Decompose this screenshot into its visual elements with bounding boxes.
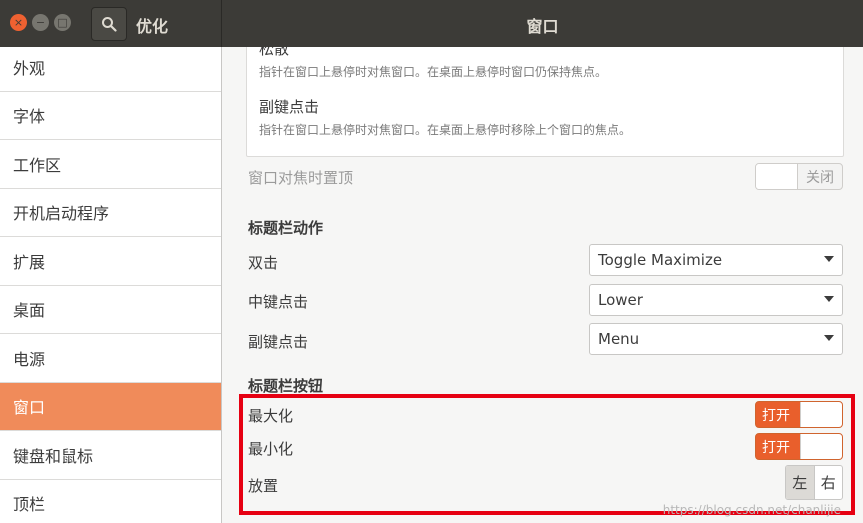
sidebar-item-startup-applications[interactable]: 开机启动程序 (0, 189, 221, 237)
focus-option-title: 副键点击 (259, 98, 320, 116)
close-icon: × (13, 16, 24, 29)
maximize-switch[interactable]: 打开 (755, 401, 843, 428)
raise-on-focus-switch[interactable]: 关闭 (755, 163, 843, 190)
title-bar: × − □ 优化 窗口 (0, 0, 863, 47)
sidebar: 外观 字体 工作区 开机启动程序 扩展 桌面 电源 窗口 键盘和鼠标 顶栏 (0, 47, 222, 523)
chevron-down-icon (824, 256, 834, 262)
titlebar-buttons-heading: 标题栏按钮 (248, 377, 324, 395)
sidebar-item-extensions[interactable]: 扩展 (0, 237, 221, 286)
placement-toggle: 左 右 (785, 465, 843, 500)
sidebar-item-workspaces[interactable]: 工作区 (0, 140, 221, 189)
app-title: 优化 (136, 17, 169, 36)
raise-on-focus-label: 窗口对焦时置顶 (248, 169, 354, 187)
sidebar-item-appearance[interactable]: 外观 (0, 47, 221, 92)
middle-click-dropdown[interactable]: Lower (589, 284, 843, 316)
sidebar-item-top-bar[interactable]: 顶栏 (0, 480, 221, 523)
chevron-down-icon (824, 335, 834, 341)
sidebar-item-label: 开机启动程序 (13, 204, 110, 224)
focus-mode-list: 松散 指针在窗口上悬停时对焦窗口。在桌面上悬停时窗口仍保持焦点。 副键点击 指针… (246, 47, 844, 157)
sidebar-item-label: 键盘和鼠标 (13, 446, 94, 466)
placement-label: 放置 (248, 477, 279, 495)
sidebar-item-desktop[interactable]: 桌面 (0, 286, 221, 334)
sidebar-item-label: 扩展 (13, 252, 46, 272)
sidebar-item-label: 工作区 (13, 155, 62, 175)
focus-option-description: 指针在窗口上悬停时对焦窗口。在桌面上悬停时窗口仍保持焦点。 (259, 65, 608, 79)
sidebar-item-label: 窗口 (13, 398, 46, 418)
maximize-window-button[interactable]: □ (54, 14, 71, 31)
close-window-button[interactable]: × (10, 14, 27, 31)
minimize-window-button[interactable]: − (32, 14, 49, 31)
main-content: 松散 指针在窗口上悬停时对焦窗口。在桌面上悬停时窗口仍保持焦点。 副键点击 指针… (223, 47, 863, 523)
switch-state-label: 打开 (762, 440, 790, 456)
minimize-switch[interactable]: 打开 (755, 433, 843, 460)
dropdown-value: Menu (598, 330, 640, 348)
placement-right-button[interactable]: 右 (815, 466, 843, 499)
focus-option-title: 松散 (259, 47, 290, 58)
dropdown-value: Lower (598, 291, 643, 309)
switch-knob (800, 402, 842, 427)
dropdown-value: Toggle Maximize (598, 251, 723, 269)
window-controls: × − □ (10, 14, 71, 31)
sidebar-item-fonts[interactable]: 字体 (0, 92, 221, 140)
sidebar-header: × − □ 优化 (0, 0, 222, 47)
sidebar-item-windows[interactable]: 窗口 (0, 382, 221, 431)
middle-click-label: 中键点击 (248, 293, 309, 311)
switch-knob (756, 164, 798, 189)
chevron-down-icon (824, 296, 834, 302)
switch-knob (800, 434, 842, 459)
sidebar-item-keyboard-mouse[interactable]: 键盘和鼠标 (0, 431, 221, 480)
page-title: 窗口 (526, 17, 559, 36)
placement-left-button[interactable]: 左 (786, 466, 815, 499)
secondary-click-label: 副键点击 (248, 333, 309, 351)
search-icon (102, 17, 117, 32)
switch-state-label: 打开 (762, 408, 790, 424)
sidebar-item-label: 桌面 (13, 301, 46, 321)
sidebar-item-label: 字体 (13, 107, 46, 127)
watermark: https://blog.csdn.net/chanlijie (662, 503, 841, 517)
maximize-label: 最大化 (248, 407, 294, 425)
minimize-icon: − (35, 16, 46, 29)
sidebar-item-label: 外观 (13, 58, 46, 78)
double-click-dropdown[interactable]: Toggle Maximize (589, 244, 843, 276)
focus-option-description: 指针在窗口上悬停时对焦窗口。在桌面上悬停时移除上个窗口的焦点。 (259, 123, 632, 137)
switch-state-label: 关闭 (806, 170, 834, 186)
secondary-click-dropdown[interactable]: Menu (589, 323, 843, 355)
minimize-label: 最小化 (248, 440, 294, 458)
sidebar-item-power[interactable]: 电源 (0, 334, 221, 383)
sidebar-item-label: 顶栏 (13, 495, 46, 515)
sidebar-item-label: 电源 (13, 349, 46, 369)
titlebar-actions-heading: 标题栏动作 (248, 219, 324, 237)
double-click-label: 双击 (248, 254, 279, 272)
maximize-icon: □ (57, 16, 68, 29)
search-button[interactable] (91, 7, 127, 41)
